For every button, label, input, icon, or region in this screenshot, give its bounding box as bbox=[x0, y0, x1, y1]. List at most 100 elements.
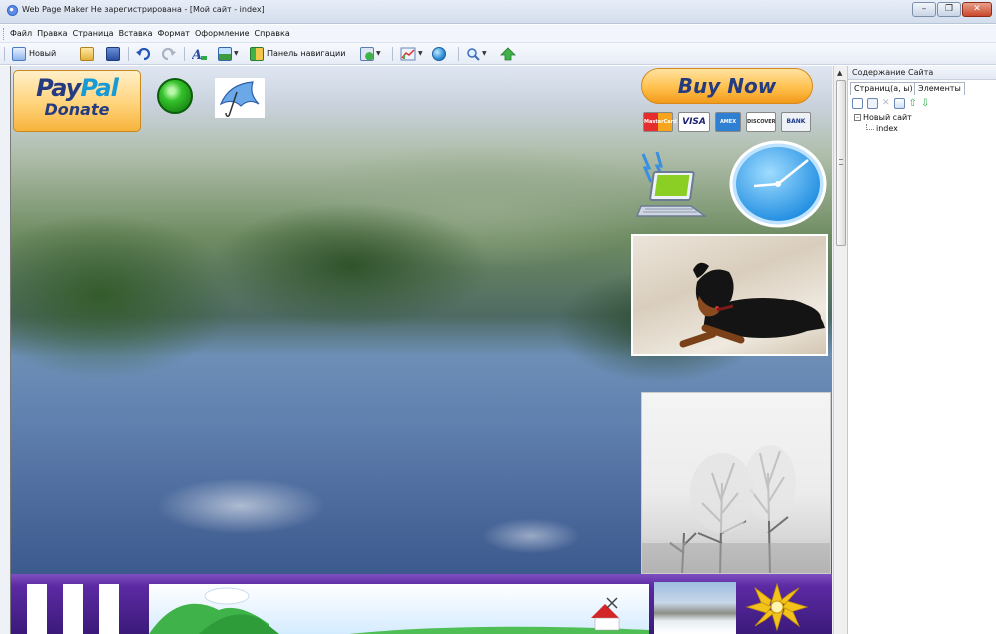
delete-icon[interactable]: ✕ bbox=[882, 98, 890, 108]
clock-icon[interactable] bbox=[728, 140, 828, 228]
menu-page[interactable]: Страница bbox=[73, 29, 114, 38]
redo-button[interactable] bbox=[162, 46, 176, 61]
winter-trees-photo[interactable] bbox=[641, 392, 831, 574]
undo-icon bbox=[136, 47, 150, 60]
bottom-banner-bar[interactable] bbox=[11, 574, 832, 634]
chart-icon bbox=[400, 47, 416, 60]
chevron-down-icon[interactable]: ▼ bbox=[482, 50, 487, 57]
text-style-icon: A bbox=[192, 48, 207, 61]
save-disk-icon bbox=[106, 46, 120, 61]
menu-help[interactable]: Справка bbox=[254, 29, 289, 38]
close-button[interactable]: ✕ bbox=[962, 2, 992, 17]
scrollbar-thumb[interactable] bbox=[836, 80, 846, 246]
buy-now-button[interactable]: Buy Now bbox=[641, 68, 813, 104]
menu-format[interactable]: Формат bbox=[157, 29, 189, 38]
paypal-logo-pal: Pal bbox=[80, 74, 118, 102]
payment-cards: MasterCard VISA AMEX DISCOVER BANK bbox=[643, 112, 811, 132]
menu-edit[interactable]: Правка bbox=[37, 29, 67, 38]
globe-preview-icon bbox=[432, 46, 446, 61]
paypal-donate-button[interactable]: PayPal Donate bbox=[13, 70, 141, 132]
navigation-panel-button[interactable]: Панель навигации bbox=[250, 46, 345, 61]
open-button[interactable] bbox=[80, 46, 94, 61]
chevron-down-icon[interactable]: ▼ bbox=[234, 50, 239, 57]
design-canvas-area[interactable]: PayPal Donate Buy Now MasterCard VISA AM… bbox=[0, 66, 833, 634]
paypal-donate-label: Donate bbox=[44, 100, 110, 119]
navigation-panel-icon bbox=[250, 46, 264, 61]
open-folder-icon bbox=[80, 46, 94, 61]
panel-title: Содержание Сайта bbox=[848, 66, 996, 80]
green-ball-icon[interactable] bbox=[157, 78, 193, 114]
umbrella-icon[interactable] bbox=[215, 78, 265, 118]
panel-tabs: Страниц(а, ы) Элементы bbox=[848, 81, 996, 95]
publish-arrow-icon bbox=[500, 46, 516, 60]
vertical-scrollbar[interactable]: ▲ bbox=[833, 66, 847, 634]
white-column-1[interactable] bbox=[27, 584, 47, 634]
toolbar-grip bbox=[4, 47, 5, 61]
form-button[interactable]: ▼ bbox=[360, 46, 381, 61]
design-page[interactable]: PayPal Donate Buy Now MasterCard VISA AM… bbox=[10, 66, 832, 634]
tree-item-index[interactable]: index bbox=[866, 123, 912, 134]
chart-button[interactable]: ▼ bbox=[400, 46, 423, 61]
discover-logo: DISCOVER bbox=[746, 112, 776, 132]
tree-root-label[interactable]: Новый сайт bbox=[863, 113, 912, 122]
paypal-logo-pay: Pay bbox=[36, 74, 81, 102]
new-page-label: Новый bbox=[29, 49, 57, 58]
tree-root[interactable]: – Новый сайт bbox=[854, 112, 912, 123]
collapse-icon[interactable]: – bbox=[854, 114, 861, 121]
zoom-icon bbox=[467, 47, 480, 61]
chevron-down-icon[interactable]: ▼ bbox=[418, 50, 423, 57]
chevron-down-icon[interactable]: ▼ bbox=[376, 50, 381, 57]
scrollbar-grip-icon bbox=[839, 159, 843, 165]
tree-connector bbox=[866, 123, 874, 130]
menu-design[interactable]: Оформление bbox=[195, 29, 250, 38]
save-button[interactable] bbox=[106, 46, 120, 61]
undo-button[interactable] bbox=[136, 46, 150, 61]
window-controls: – ❐ ✕ bbox=[912, 2, 992, 17]
white-column-2[interactable] bbox=[63, 584, 83, 634]
redo-icon bbox=[162, 47, 176, 60]
svg-text:A: A bbox=[192, 48, 202, 61]
preview-button[interactable] bbox=[432, 46, 446, 61]
site-tree: – Новый сайт index bbox=[854, 112, 912, 134]
wireless-laptop-icon[interactable] bbox=[633, 150, 708, 222]
tab-pages[interactable]: Страниц(а, ы) bbox=[850, 82, 917, 95]
main-toolbar: Новый A ▼ Панель навигации ▼ ▼ ▼ bbox=[0, 43, 996, 65]
sun-flower-icon[interactable] bbox=[741, 580, 813, 634]
dog-photo[interactable] bbox=[631, 234, 828, 356]
form-icon bbox=[360, 46, 374, 61]
menu-insert[interactable]: Вставка bbox=[119, 29, 153, 38]
landscape-banner-image[interactable] bbox=[149, 584, 649, 634]
new-page-button[interactable]: Новый bbox=[12, 46, 56, 61]
scroll-up-arrow-icon[interactable]: ▲ bbox=[837, 69, 842, 77]
move-up-icon[interactable]: ⇧ bbox=[909, 98, 917, 109]
new-page-icon bbox=[12, 46, 26, 61]
panel-toolbar: ✕ ⇧ ⇩ bbox=[852, 96, 929, 110]
tree-item-label[interactable]: index bbox=[876, 124, 898, 133]
snowy-field-photo[interactable] bbox=[654, 582, 736, 634]
restore-button[interactable]: ❐ bbox=[937, 2, 961, 17]
paypal-logo: PayPal bbox=[14, 74, 140, 102]
menu-bar: Файл Правка Страница Вставка Формат Офор… bbox=[0, 25, 996, 43]
navigation-panel-label: Панель навигации bbox=[267, 49, 346, 58]
zoom-button[interactable]: ▼ bbox=[466, 46, 487, 61]
publish-button[interactable] bbox=[500, 46, 516, 61]
white-column-3[interactable] bbox=[99, 584, 119, 634]
page-properties-icon[interactable] bbox=[893, 97, 905, 109]
visa-logo: VISA bbox=[678, 112, 710, 132]
menu-file[interactable]: Файл bbox=[10, 29, 32, 38]
amex-logo: AMEX bbox=[715, 112, 741, 132]
app-icon[interactable] bbox=[7, 5, 18, 16]
insert-image-button[interactable]: ▼ bbox=[218, 46, 239, 61]
minimize-button[interactable]: – bbox=[912, 2, 936, 17]
menu-grip[interactable] bbox=[3, 28, 5, 40]
mastercard-logo: MasterCard bbox=[643, 112, 677, 132]
image-icon bbox=[218, 46, 232, 61]
move-down-icon[interactable]: ⇩ bbox=[921, 98, 929, 109]
tab-elements[interactable]: Элементы bbox=[914, 82, 965, 95]
new-page-icon[interactable] bbox=[852, 97, 863, 109]
insert-text-button[interactable]: A bbox=[192, 46, 208, 61]
window-title: Web Page Maker Не зарегистрирована - [Мо… bbox=[22, 5, 265, 14]
bank-logo: BANK bbox=[781, 112, 811, 132]
copy-page-icon[interactable] bbox=[867, 97, 878, 109]
site-contents-panel: Содержание Сайта Страниц(а, ы) Элементы … bbox=[847, 66, 996, 634]
